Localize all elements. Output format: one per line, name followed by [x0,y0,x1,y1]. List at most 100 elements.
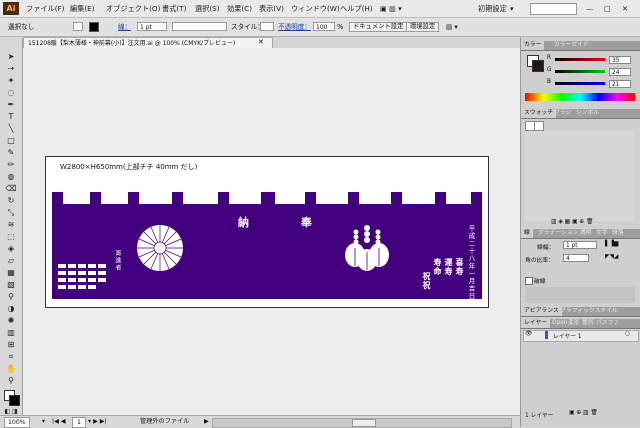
tab-gradient[interactable]: グラデーション [535,229,581,238]
menu-help[interactable]: ヘルプ(H) [340,0,373,17]
close-tab-icon[interactable]: ✕ [258,38,264,46]
tab-stroke[interactable]: 線 [521,229,533,238]
red-value-field[interactable]: 35 [609,56,631,64]
bridge-icon[interactable]: ▣ ▥ ▾ [380,0,402,17]
document-settings-button[interactable]: ドキュメント設定 [349,22,408,32]
tab-brushes[interactable]: ブラシ [551,109,574,118]
minimize-icon[interactable]: — [586,0,593,17]
lasso-tool-icon[interactable]: ◌ [4,88,18,97]
fill-swatch[interactable] [73,22,83,31]
stroke-weight-field[interactable]: 1 pt [137,22,167,31]
rotate-tool-icon[interactable]: ↻ [4,196,18,205]
blob-brush-tool-icon[interactable]: ◍ [4,172,18,181]
selection-tool-icon[interactable]: ➤ [4,52,18,61]
search-input[interactable] [530,3,577,15]
chevron-down-icon[interactable]: ▾ [42,416,45,428]
perspective-tool-icon[interactable]: ▱ [4,256,18,265]
width-tool-icon[interactable]: ≋ [4,220,18,229]
tab-paragraph[interactable]: 段落 [609,229,627,238]
color-spectrum-bar[interactable] [525,93,635,101]
pencil-tool-icon[interactable]: ✏ [4,160,18,169]
slice-tool-icon[interactable]: ⌗ [4,352,18,361]
scale-tool-icon[interactable]: ⤡ [4,208,18,217]
chevron-down-icon[interactable]: ▾ [510,0,514,17]
hanging-loop [172,192,183,204]
tab-character[interactable]: 文字 [593,229,611,238]
eraser-tool-icon[interactable]: ⌫ [4,184,18,193]
line-tool-icon[interactable]: ╲ [4,124,18,133]
shape-builder-tool-icon[interactable]: ◈ [4,244,18,253]
eye-icon[interactable]: 👁 [525,331,532,337]
symbol-sprayer-tool-icon[interactable]: ✺ [4,316,18,325]
workspace-switcher[interactable]: 初期設定 [478,0,507,17]
opacity-field[interactable]: 100 [313,22,335,31]
brush-dropdown[interactable] [172,22,227,31]
menu-type[interactable]: 書式(T) [162,0,186,17]
arrange-icon[interactable]: ▤ ▾ [446,18,458,36]
scrollbar-thumb[interactable] [352,419,376,427]
graph-tool-icon[interactable]: ▥ [4,328,18,337]
swatch-actions-icon[interactable]: ▥ ◈ ▦ ▣ ⊕ 🗑 [551,219,593,225]
white-swatch[interactable] [534,121,544,131]
tab-color[interactable]: カラー [521,41,545,50]
blue-value-field[interactable]: 21 [609,80,631,88]
close-icon[interactable]: ✕ [622,0,628,17]
hand-tool-icon[interactable]: ✋ [4,364,18,373]
zoom-field[interactable]: 100% [4,417,30,428]
page-field[interactable]: 1 [72,417,86,428]
eyedropper-tool-icon[interactable]: ⚲ [4,292,18,301]
dashed-line-checkbox[interactable] [525,277,533,285]
document-tab[interactable]: 151208暖【梨木薄様・神前幕(小)】注文用.ai @ 100% (CMYK/… [23,37,273,48]
preferences-button[interactable]: 環境設定 [406,22,440,32]
free-transform-tool-icon[interactable]: ⬚ [4,232,18,241]
layer-name[interactable]: レイヤー 1 [553,331,582,340]
corner-style-icons[interactable]: ◤◥◢ [605,254,618,260]
target-icon[interactable]: ○ [625,331,630,337]
mesh-tool-icon[interactable]: ▦ [4,268,18,277]
tab-graphic-styles[interactable]: グラフィックスタイル [557,307,621,316]
next-page-icon[interactable]: ▾ ▶ ▶| [88,416,107,428]
style-dropdown[interactable] [260,22,274,31]
status-menu-icon[interactable]: ▶ [204,416,209,428]
cap-style-icons[interactable]: ▌▐▆ [605,241,618,247]
direct-selection-tool-icon[interactable]: ⇢ [4,64,18,73]
menu-file[interactable]: ファイル(F) [26,0,65,17]
opacity-label[interactable]: 不透明度： [278,18,311,36]
layer-actions-icon[interactable]: ▣ ⊕ ▥ 🗑 [569,410,598,416]
miter-limit-field[interactable]: 4 [563,254,589,262]
gradient-tool-icon[interactable]: ▧ [4,280,18,289]
swatch-list[interactable] [525,131,635,221]
brush-tool-icon[interactable]: ✎ [4,148,18,157]
menu-edit[interactable]: 編集(E) [70,0,95,17]
tab-transparency[interactable]: 透明 [577,229,595,238]
blend-tool-icon[interactable]: ◑ [4,304,18,313]
green-slider[interactable] [555,70,605,73]
tab-appearance[interactable]: アピアランス [521,307,562,316]
tab-pathfinder[interactable]: パスファ [593,319,622,328]
type-tool-icon[interactable]: T [4,112,18,121]
menu-object[interactable]: オブジェクト(O) [106,0,160,17]
zoom-tool-icon[interactable]: ⚲ [4,376,18,385]
stroke-color-icon[interactable] [9,395,20,406]
menu-window[interactable]: ウィンドウ(W) [291,0,340,17]
menu-effect[interactable]: 効果(C) [227,0,252,17]
stroke-panel-tabs: 線 グラデーション 透明 文字 段落 [521,229,640,239]
pen-tool-icon[interactable]: ✒ [4,100,18,109]
magic-wand-tool-icon[interactable]: ✦ [4,76,18,85]
green-value-field[interactable]: 24 [609,68,631,76]
maximize-icon[interactable]: □ [604,0,611,17]
stroke-color-icon[interactable] [532,60,544,72]
tab-symbols[interactable]: シンボル [573,109,602,118]
rectangle-tool-icon[interactable]: □ [4,136,18,145]
blue-slider[interactable] [555,82,605,85]
menu-select[interactable]: 選択(S) [195,0,220,17]
stroke-weight-field[interactable]: 1 pt [563,241,597,249]
stroke-label[interactable]: 線： [118,18,131,36]
tab-color-guide[interactable]: カラーガイド [551,41,592,50]
stroke-swatch[interactable] [89,22,99,32]
first-page-icon[interactable]: |◀ ◀ [52,416,66,428]
red-slider[interactable] [555,58,605,61]
menu-view[interactable]: 表示(V) [259,0,284,17]
artboard-tool-icon[interactable]: ⊞ [4,340,18,349]
tab-layers[interactable]: レイヤー [521,319,551,328]
